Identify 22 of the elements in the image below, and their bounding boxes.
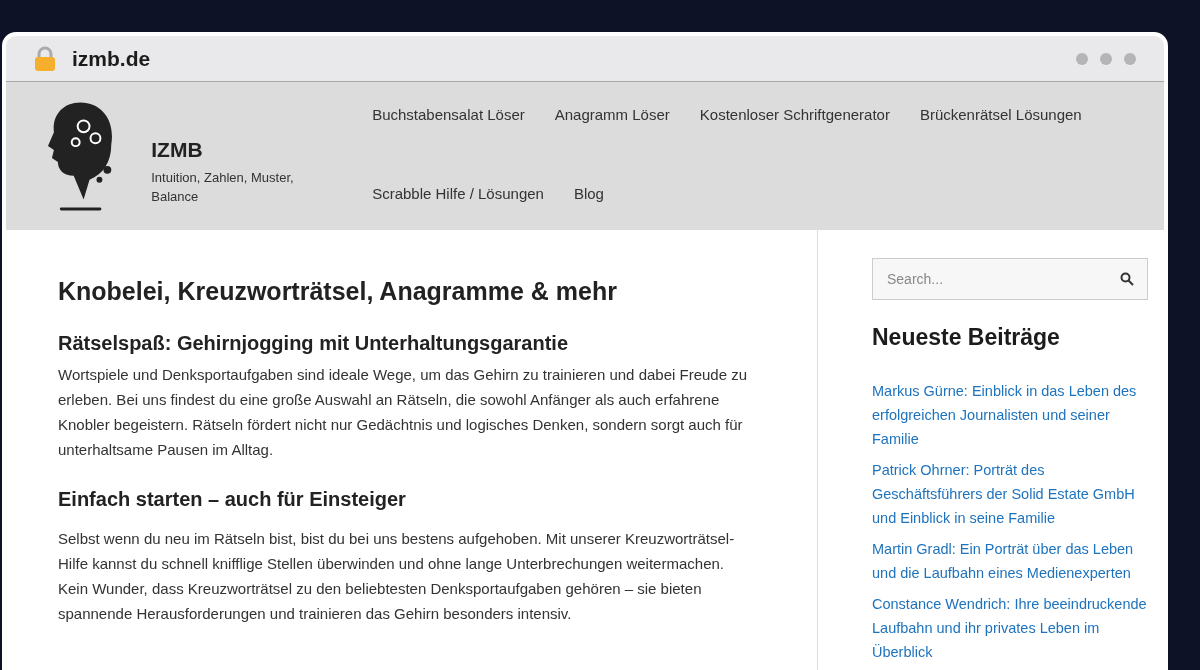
paragraph: Wortspiele und Denksportaufgaben sind ideale Wege, um das Gehirn zu trainieren und dabei Freude zu erleben. Bei uns findest du eine große Auswahl an Rätseln, die sowohl Anfänger als auch erfahrene Knobler begeistern. Rätseln fördert nicht nur Gedächtnis und logisches Denken, sondern sorgt auch für unterhaltsame Pausen im Alltag. — [58, 365, 749, 460]
site-tagline: Intuition, Zahlen, Muster, Balance — [151, 168, 295, 206]
paragraph: Selbst wenn du neu im Rätseln bist, bist du bei uns bestens aufgehoben. Mit unserer Kreuzworträtsel-Hilfe kannst du schnell knifflige Stellen überwinden und ohne lange Unterbrechungen weitermachen. Kein Wunder, dass Kreuzworträtsel zu den beliebtesten Denksportaufgaben gehören – sie bieten spannende Herausforderungen und trainieren das Gehirn besonders intensiv. — [58, 529, 736, 624]
search-icon[interactable] — [1120, 272, 1134, 286]
site-title[interactable]: IZMB — [151, 134, 343, 166]
post-link[interactable]: Constance Wendrich: Ihre beeindruckende Laufbahn und ihr privates Leben im Überblick — [872, 591, 1152, 664]
post-link[interactable]: Markus Gürne: Einblick in das Leben des erfolgreichen Journalisten und seiner Familie — [872, 378, 1152, 451]
post-link[interactable]: Martin Gradl: Ein Porträt über das Leben und die Laufbahn eines Medienexperten — [872, 536, 1152, 585]
nav-link[interactable]: Blog — [573, 182, 604, 205]
section-heading: Einfach starten – auch für Einsteiger — [58, 487, 407, 512]
url-text[interactable]: izmb.de — [72, 42, 151, 75]
nav-link[interactable]: Brückenrätsel Lösungen — [919, 104, 1082, 127]
search-field[interactable]: Search... — [872, 258, 1148, 300]
page-title: Knobelei, Kreuzworträtsel, Anagramme & mehr — [58, 276, 618, 306]
nav-link[interactable]: Anagramm Löser — [554, 104, 670, 127]
nav-link[interactable]: Buchstabensalat Löser — [372, 104, 525, 127]
nav-link[interactable]: Kostenloser Schriftgenerator — [699, 104, 890, 127]
section-heading: Rätselspaß: Gehirnjogging mit Unterhaltungsgarantie — [58, 331, 570, 356]
post-link[interactable]: Patrick Ohrner: Porträt des Geschäftsführers der Solid Estate GmbH und Einblick in seine Familie — [872, 457, 1152, 530]
nav-link[interactable]: Scrabble Hilfe / Lösungen — [372, 182, 544, 205]
lock-icon — [34, 45, 56, 72]
sidebar-heading: Neueste Beiträge — [872, 323, 1061, 352]
